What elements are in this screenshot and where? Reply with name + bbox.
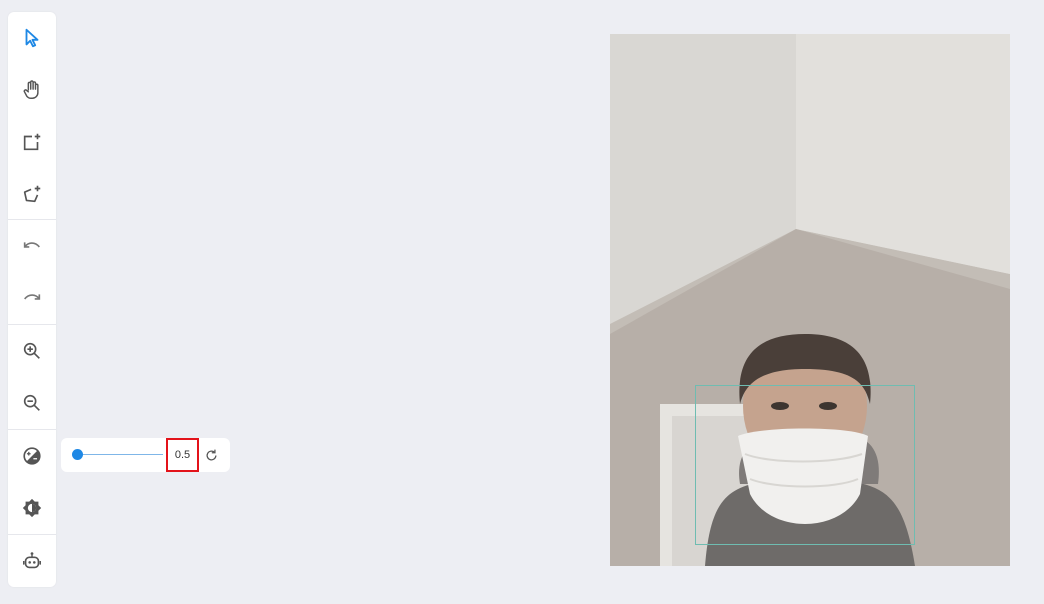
brightness-button[interactable] [8,486,56,530]
undo-button[interactable] [8,224,56,268]
add-polygon-tool[interactable] [8,172,56,216]
opacity-button[interactable] [8,434,56,478]
hand-icon [23,80,39,99]
zoom-out-button[interactable] [8,381,56,425]
opacity-slider-track[interactable] [77,454,163,455]
redo-button[interactable] [8,276,56,320]
opacity-slider-thumb[interactable] [71,449,83,460]
select-tool[interactable] [8,16,56,60]
add-rectangle-icon [23,133,41,151]
opacity-icon [23,447,41,465]
zoom-out-icon [23,394,40,411]
reset-icon [206,449,216,460]
redo-icon [24,294,41,300]
zoom-in-icon [23,342,40,359]
opacity-slider-panel: 0.5 [61,438,230,472]
zoom-in-button[interactable] [8,329,56,373]
toolbar-divider [8,534,56,535]
toolbar-divider [8,429,56,430]
pan-tool[interactable] [8,68,56,112]
add-polygon-icon [23,185,41,203]
cursor-icon [25,28,39,48]
toolbar-divider [8,219,56,220]
robot-icon [23,552,41,569]
toolbar [8,12,56,587]
reset-button[interactable] [202,446,220,464]
brightness-icon [22,498,42,518]
annotation-bounding-box[interactable] [695,385,915,545]
opacity-value-field[interactable]: 0.5 [166,438,199,472]
auto-annotate-button[interactable] [8,539,56,583]
undo-icon [23,242,40,248]
add-rectangle-tool[interactable] [8,120,56,164]
toolbar-divider [8,324,56,325]
